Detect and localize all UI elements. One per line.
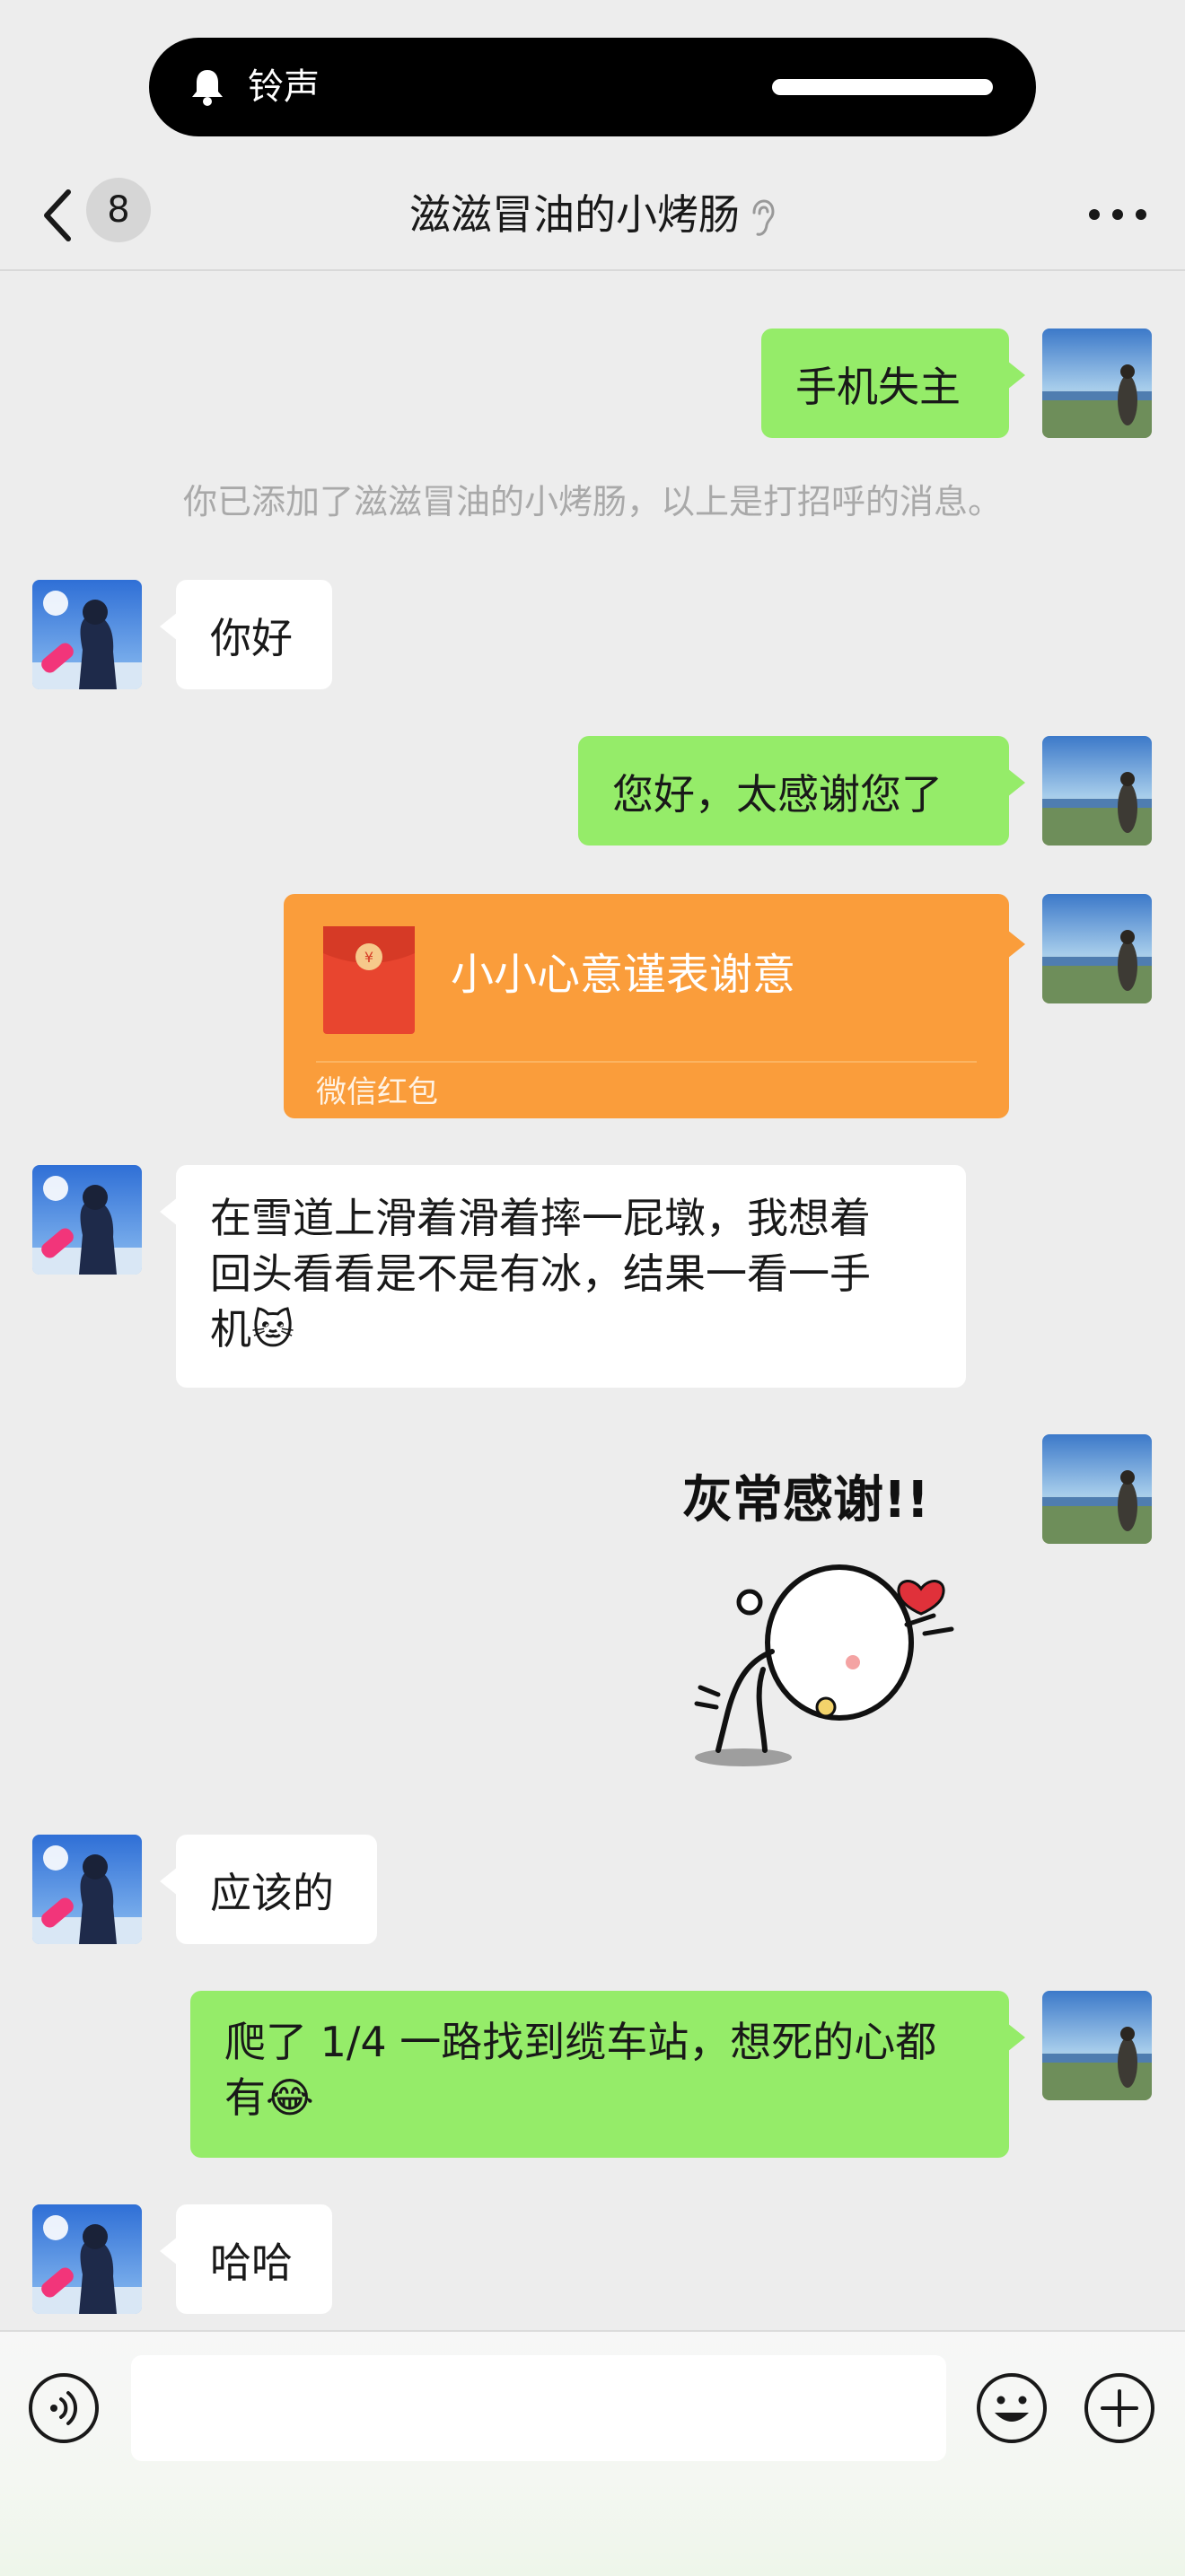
message-text: 应该的	[210, 1869, 334, 1917]
contact-avatar[interactable]	[32, 580, 142, 689]
message-bubble-outgoing[interactable]: 爬了 1/4 一路找到缆车站，想死的心都 有😂	[190, 1991, 1025, 2158]
message-input[interactable]	[131, 2355, 946, 2461]
message-text: 哈哈	[210, 2239, 293, 2287]
ringer-label: 铃声	[248, 66, 320, 108]
svg-text:¥: ¥	[364, 949, 373, 966]
unread-badge[interactable]: 8	[86, 178, 151, 242]
voice-icon[interactable]	[27, 2371, 101, 2445]
ear-icon	[752, 198, 775, 236]
message-text: 你好	[210, 614, 293, 662]
message-text: 手机失主	[795, 363, 961, 411]
message-line: 爬了 1/4 一路找到缆车站，想死的心都	[224, 2018, 937, 2066]
message-bubble-incoming[interactable]: 哈哈	[160, 2204, 332, 2314]
chat-title-text: 滋滋冒油的小烤肠	[409, 190, 740, 239]
contact-avatar[interactable]	[32, 2204, 142, 2314]
red-packet-label: 微信红包	[316, 1074, 438, 1110]
bell-icon	[192, 70, 223, 106]
message-text: 您好，太感谢您了	[612, 770, 943, 819]
contact-avatar[interactable]	[32, 1835, 142, 1944]
volume-bar	[772, 79, 993, 95]
message-bubble-outgoing[interactable]: 手机失主	[761, 329, 1025, 438]
emoji-icon[interactable]	[975, 2371, 1049, 2445]
system-message: 你已添加了滋滋冒油的小烤肠，以上是打招呼的消息。	[182, 482, 1002, 521]
contact-avatar[interactable]	[32, 1165, 142, 1275]
red-envelope-icon: ¥	[323, 926, 415, 1034]
message-line: 有😂	[224, 2073, 314, 2122]
ringer-indicator: 铃声	[149, 38, 1036, 136]
my-avatar[interactable]	[1042, 736, 1152, 846]
chat-header: 滋滋冒油的小烤肠	[0, 162, 1185, 271]
message-bubble-incoming[interactable]: 你好	[160, 580, 332, 689]
red-packet-card[interactable]: ¥ 小小心意谨表谢意 微信红包	[284, 894, 1025, 1118]
message-line: 回头看看是不是有冰，结果一看一手	[210, 1249, 871, 1298]
divider	[316, 1061, 977, 1063]
chat-title: 滋滋冒油的小烤肠	[0, 183, 1185, 246]
sticker-caption: 灰常感谢!!	[682, 1471, 929, 1529]
message-bubble-outgoing[interactable]: 您好，太感谢您了	[578, 736, 1025, 846]
message-bubble-incoming[interactable]: 在雪道上滑着滑着摔一屁墩，我想着 回头看看是不是有冰，结果一看一手 机🐱	[160, 1165, 966, 1388]
message-line: 在雪道上滑着滑着摔一屁墩，我想着	[210, 1194, 871, 1242]
my-avatar[interactable]	[1042, 1991, 1152, 2100]
input-bar	[0, 2330, 1185, 2576]
plus-icon[interactable]	[1083, 2371, 1156, 2445]
my-avatar[interactable]	[1042, 329, 1152, 438]
more-icon[interactable]	[1086, 201, 1149, 228]
thank-you-sticker[interactable]: 灰常感谢!!	[664, 1445, 1005, 1768]
unread-count: 8	[107, 189, 130, 231]
message-line: 机🐱	[210, 1305, 294, 1354]
my-avatar[interactable]	[1042, 1434, 1152, 1544]
my-avatar[interactable]	[1042, 894, 1152, 1003]
red-packet-title: 小小心意谨表谢意	[451, 950, 796, 1000]
message-bubble-incoming[interactable]: 应该的	[160, 1835, 377, 1944]
